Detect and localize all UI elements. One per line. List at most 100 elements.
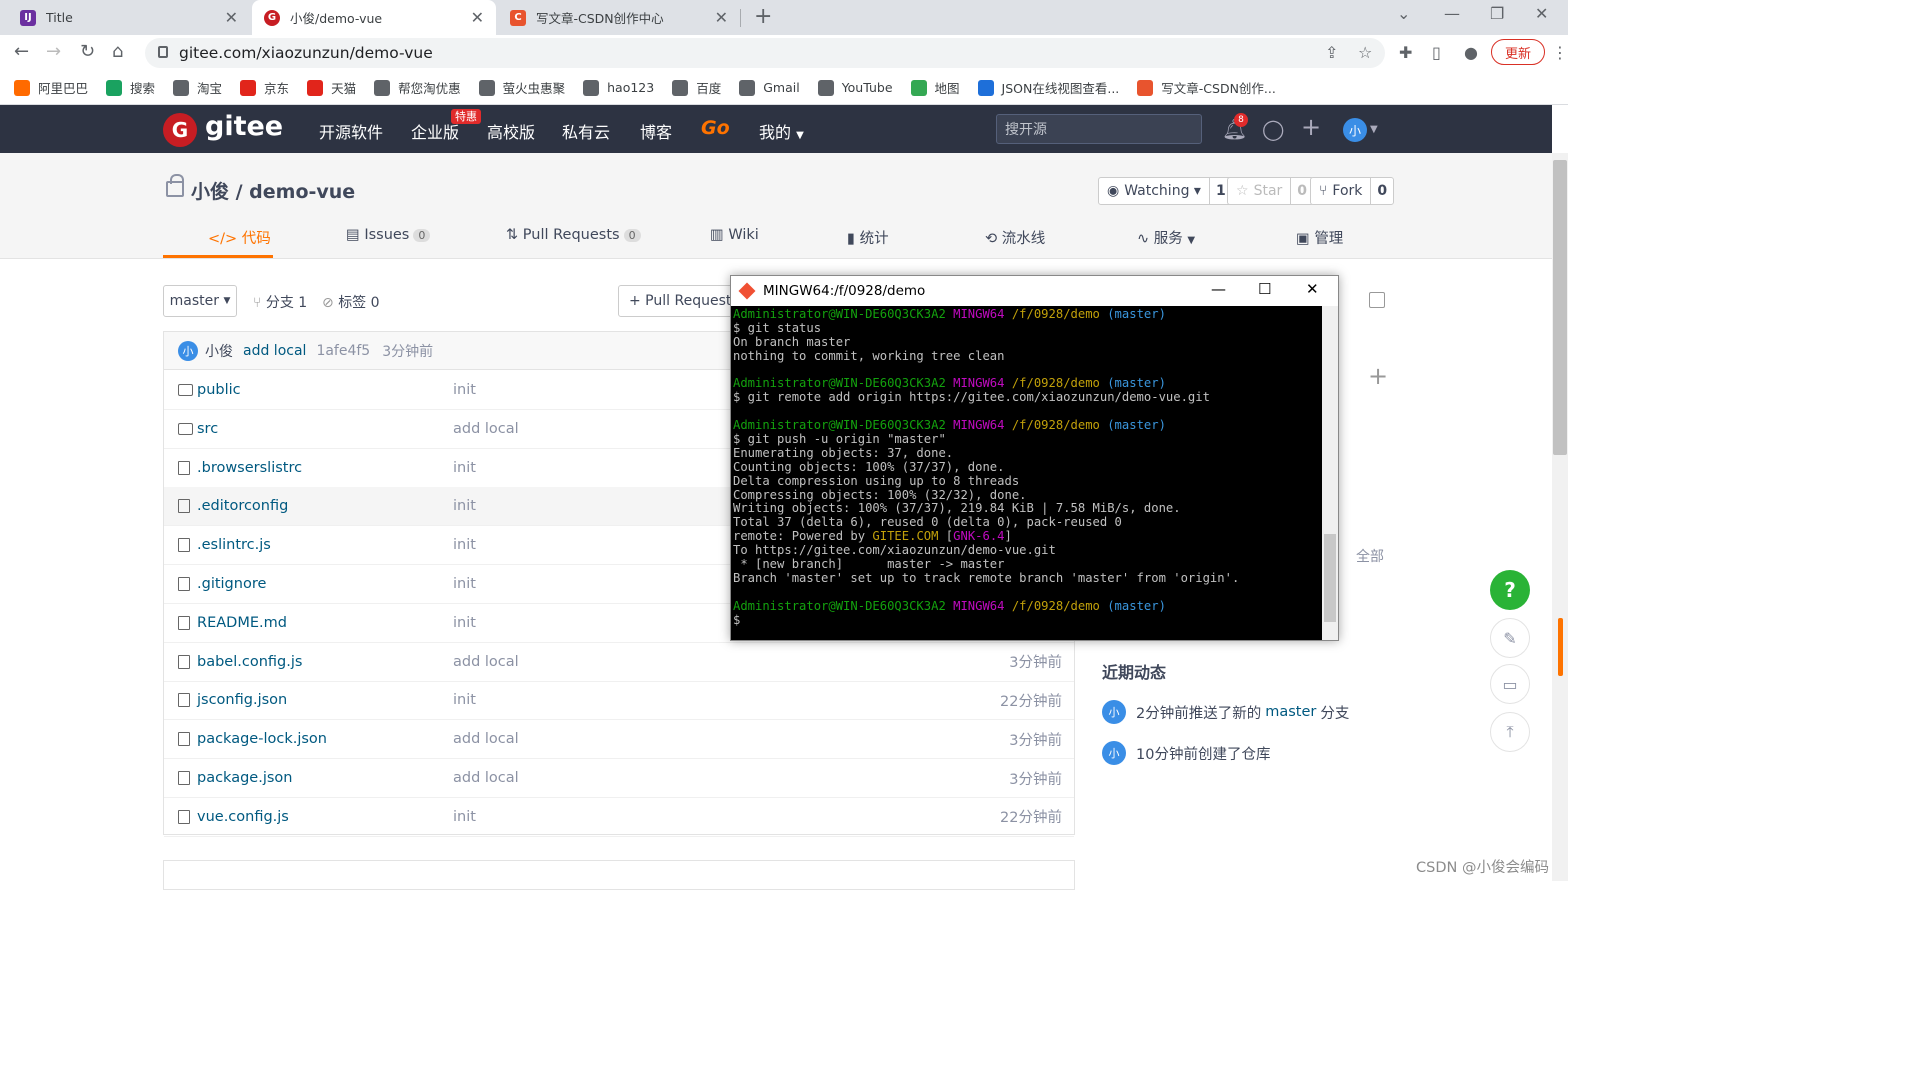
nav-private-cloud[interactable]: 私有云 (562, 119, 610, 143)
extensions-icon[interactable]: ✚ (1399, 43, 1412, 62)
nav-opensource[interactable]: 开源软件 (319, 119, 383, 143)
commit-message[interactable]: add local (243, 343, 306, 359)
nav-blog[interactable]: 博客 (640, 119, 672, 143)
file-commit-message[interactable]: init (453, 498, 476, 514)
maximize-button[interactable]: ☐ (1258, 280, 1271, 298)
back-to-top-icon[interactable]: ⤒ (1490, 712, 1530, 752)
close-icon[interactable]: ✕ (225, 8, 238, 27)
file-name[interactable]: vue.config.js (197, 809, 289, 825)
filter-all[interactable]: 全部 (1356, 546, 1384, 566)
table-row[interactable]: jsconfig.json init 22分钟前 (164, 681, 1074, 721)
browser-tab-gitee[interactable]: G 小俊/demo-vue ✕ (252, 0, 496, 35)
repo-title[interactable]: 小俊 / demo-vue (191, 177, 355, 204)
feedback-edit-icon[interactable]: ✎ (1490, 618, 1530, 658)
file-commit-message[interactable]: add local (453, 421, 519, 437)
bookmark-item[interactable]: 天猫 (307, 78, 356, 97)
bookmark-item[interactable]: 地图 (910, 78, 960, 97)
chevron-down-icon[interactable]: ▼ (1370, 124, 1378, 135)
back-icon[interactable]: ← (14, 41, 29, 62)
tab-wiki[interactable]: ▥ Wiki (710, 227, 759, 243)
forward-icon[interactable]: → (46, 41, 61, 62)
browser-tab-title[interactable]: IJ Title ✕ (8, 0, 250, 35)
terminal-scrollbar-thumb[interactable] (1324, 534, 1336, 622)
tab-pull-requests[interactable]: ⇅ Pull Requests 0 (506, 227, 641, 243)
file-name[interactable]: src (197, 421, 218, 437)
menu-icon[interactable]: ⋮ (1552, 43, 1568, 62)
file-name[interactable]: babel.config.js (197, 654, 302, 670)
bookmark-item[interactable]: 阿里巴巴 (14, 78, 88, 97)
file-commit-message[interactable]: init (453, 576, 476, 592)
side-panel-icon[interactable]: ▯ (1432, 43, 1441, 62)
restore-button[interactable]: ❐ (1490, 4, 1504, 23)
file-commit-message[interactable]: init (453, 615, 476, 631)
plus-icon[interactable]: + (1301, 113, 1321, 141)
file-name[interactable]: package-lock.json (197, 731, 327, 747)
nav-go[interactable]: Go (701, 117, 730, 139)
tags-link[interactable]: ⊘ 标签 0 (322, 292, 380, 312)
page-scrollbar-thumb[interactable] (1553, 160, 1567, 455)
table-row[interactable]: package-lock.json add local 3分钟前 (164, 720, 1074, 760)
avatar[interactable]: 小 (178, 340, 198, 361)
tab-manage[interactable]: ▣ 管理 (1296, 227, 1343, 248)
bookmark-item[interactable]: 搜索 (106, 78, 155, 97)
avatar[interactable]: 小 (1343, 118, 1367, 142)
close-icon[interactable]: ✕ (715, 8, 728, 27)
file-name[interactable]: .gitignore (197, 576, 266, 592)
gitee-logo-icon[interactable]: G (163, 113, 197, 147)
file-name[interactable]: public (197, 382, 241, 398)
close-button[interactable]: ✕ (1306, 280, 1319, 298)
gitee-logo-text[interactable]: gitee (205, 111, 283, 142)
file-commit-message[interactable]: init (453, 809, 476, 825)
share-icon[interactable]: ⇪ (1325, 43, 1338, 62)
commit-hash[interactable]: 1afe4f5 (316, 343, 370, 359)
bookmark-item[interactable]: 百度 (672, 78, 721, 97)
file-commit-message[interactable]: init (453, 382, 476, 398)
address-bar[interactable]: gitee.com/xiaozunzun/demo-vue (145, 38, 1385, 68)
profile-icon[interactable]: ● (1464, 43, 1478, 62)
browser-tab-csdn[interactable]: C 写文章-CSDN创作中心 ✕ (498, 0, 740, 35)
branch-selector[interactable]: master ▼ (163, 285, 237, 317)
table-row[interactable]: vue.config.js init 22分钟前 (164, 798, 1074, 837)
bookmark-item[interactable]: 萤火虫惠聚 (478, 78, 565, 97)
tab-stats[interactable]: ▮ 统计 (847, 227, 889, 248)
branches-link[interactable]: ⑂ 分支 1 (253, 292, 307, 312)
close-icon[interactable]: ✕ (471, 8, 484, 27)
comment-icon[interactable]: ▭ (1490, 664, 1530, 704)
bookmark-item[interactable]: YouTube (817, 79, 893, 96)
file-commit-message[interactable]: init (453, 537, 476, 553)
avatar[interactable]: 小 (1102, 700, 1126, 724)
help-button[interactable]: ? (1490, 570, 1530, 610)
fork-button[interactable]: ⑂ Fork 0 (1310, 177, 1395, 205)
tab-services[interactable]: ∿ 服务 ▼ (1137, 227, 1195, 248)
file-name[interactable]: README.md (197, 615, 287, 631)
nav-education[interactable]: 高校版 (487, 119, 535, 143)
plus-icon[interactable]: + (1368, 362, 1388, 390)
bookmark-item[interactable]: JSON在线视图查看... (977, 78, 1119, 97)
terminal-window[interactable]: MINGW64:/f/0928/demo — ☐ ✕ Administrator… (730, 275, 1339, 641)
terminal-titlebar[interactable]: MINGW64:/f/0928/demo — ☐ ✕ (731, 276, 1338, 306)
table-row[interactable]: package.json add local 3分钟前 (164, 759, 1074, 798)
file-name[interactable]: .editorconfig (197, 498, 288, 514)
commit-author[interactable]: 小俊 (205, 341, 233, 361)
bookmark-item[interactable]: 帮您淘优惠 (374, 78, 461, 97)
file-commit-message[interactable]: init (453, 692, 476, 708)
tab-search-icon[interactable]: ⌄ (1397, 4, 1410, 23)
tab-issues[interactable]: ▤ Issues 0 (346, 227, 431, 243)
bookmark-item[interactable]: Gmail (739, 79, 800, 96)
file-commit-message[interactable]: add local (453, 770, 519, 786)
file-name[interactable]: jsconfig.json (197, 692, 287, 708)
file-name[interactable]: package.json (197, 770, 292, 786)
avatar[interactable]: 小 (1102, 741, 1126, 765)
search-input[interactable]: 搜开源 (996, 114, 1202, 144)
bookmark-item[interactable]: 淘宝 (173, 78, 222, 97)
home-icon[interactable]: ⌂ (112, 41, 123, 62)
activity-branch-link[interactable]: master (1265, 704, 1316, 720)
watch-button[interactable]: ◉ Watching ▾ 1 (1098, 177, 1233, 205)
file-commit-message[interactable]: add local (453, 654, 519, 670)
lightbulb-icon[interactable]: ◯ (1262, 117, 1284, 141)
nav-mine[interactable]: 我的 ▼ (759, 119, 804, 143)
file-commit-message[interactable]: init (453, 460, 476, 476)
tab-pipeline[interactable]: ⟲ 流水线 (985, 227, 1045, 248)
bookmark-item[interactable]: 京东 (240, 78, 289, 97)
tab-code[interactable]: </> 代码 (208, 227, 271, 248)
